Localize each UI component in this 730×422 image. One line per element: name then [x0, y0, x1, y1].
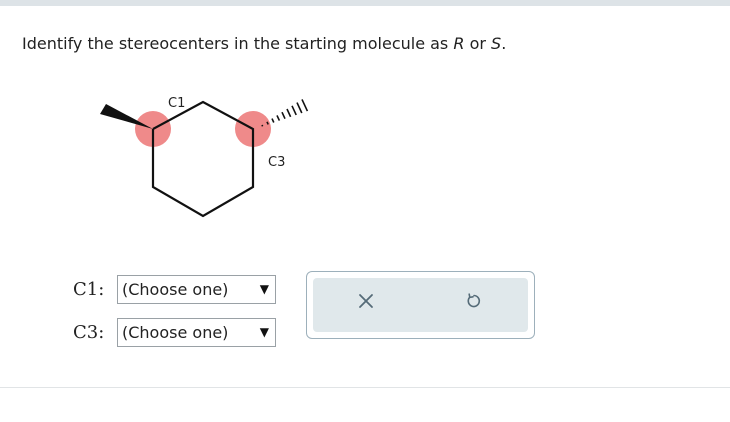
question-end: . — [501, 34, 507, 53]
c1-select[interactable]: (Choose one) ▼ — [117, 274, 276, 304]
option-r: R — [453, 34, 465, 53]
c3-select-value: (Choose one) — [122, 322, 229, 342]
answer-tools-inner — [313, 278, 528, 332]
molecule-structure: C1 C3 — [100, 96, 309, 218]
top-bar — [0, 0, 730, 6]
question-prefix: Identify the stereocenters in the starti… — [22, 34, 449, 53]
c3-select[interactable]: (Choose one) ▼ — [117, 317, 276, 347]
dropdown-arrow-icon: ▼ — [259, 282, 269, 296]
c3-label: C3 — [268, 155, 285, 170]
c1-select-value: (Choose one) — [122, 279, 229, 299]
c1-label: C1 — [168, 96, 185, 111]
x-icon — [359, 294, 373, 308]
answer-tools-panel — [306, 271, 535, 339]
clear-button[interactable] — [351, 286, 381, 316]
reset-button[interactable] — [459, 286, 489, 316]
option-s: S — [491, 34, 502, 53]
c3-answer-label: C3: — [73, 321, 105, 343]
dropdown-arrow-icon: ▼ — [259, 325, 269, 339]
c1-answer-row: C1: (Choose one) ▼ — [73, 274, 276, 304]
c1-answer-label: C1: — [73, 278, 105, 300]
bottom-divider — [0, 387, 730, 388]
c3-answer-row: C3: (Choose one) ▼ — [73, 317, 276, 347]
question-text: Identify the stereocenters in the starti… — [22, 34, 506, 53]
undo-icon — [467, 293, 481, 308]
question-conjunction: or — [469, 34, 486, 53]
